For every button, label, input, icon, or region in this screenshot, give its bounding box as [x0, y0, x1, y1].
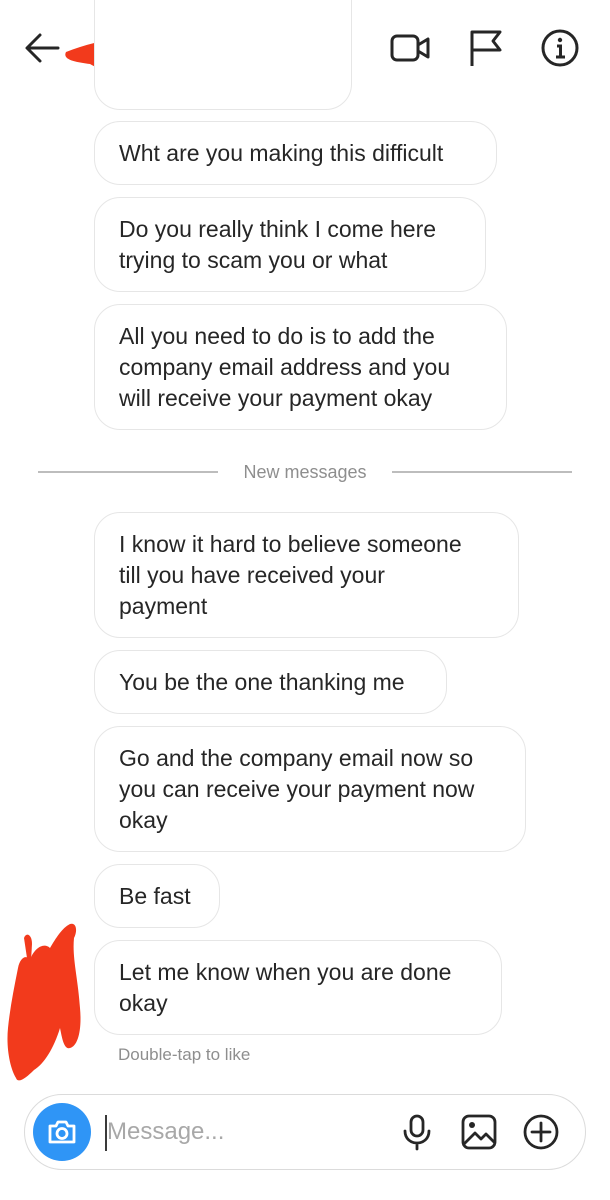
message-bubble[interactable]: All you need to do is to add the company… — [94, 304, 507, 430]
message-composer — [24, 1094, 586, 1170]
gallery-button[interactable] — [459, 1112, 499, 1152]
back-arrow-icon — [25, 33, 60, 63]
video-call-button[interactable] — [388, 26, 432, 70]
back-button[interactable] — [22, 28, 62, 68]
message-text: Go and the company email now so you can … — [119, 744, 475, 833]
conversation-info-button[interactable] — [538, 26, 582, 70]
message-text: Be fast — [119, 882, 191, 909]
video-call-icon — [390, 34, 430, 62]
redacted-avatar — [4, 918, 84, 1093]
message-text: You be the one thanking me — [119, 668, 405, 695]
voice-message-button[interactable] — [397, 1112, 437, 1152]
message-text: Wht are you making this difficult — [119, 139, 444, 166]
new-messages-divider-label: New messages — [243, 462, 367, 482]
message-text: Do you really think I come here trying t… — [119, 215, 437, 273]
message-bubble-partial[interactable] — [94, 0, 352, 110]
double-tap-hint: Double-tap to like — [118, 1045, 251, 1064]
camera-icon — [48, 1120, 76, 1144]
report-button[interactable] — [464, 26, 508, 70]
message-bubble[interactable]: Do you really think I come here trying t… — [94, 197, 486, 292]
message-input[interactable] — [107, 1109, 377, 1155]
divider-line-left — [38, 471, 218, 473]
message-bubble[interactable]: Let me know when you are done okay — [94, 940, 502, 1035]
more-options-button[interactable] — [521, 1112, 561, 1152]
direct-message-screen: Wht are you making this difficult Do you… — [0, 0, 610, 1200]
microphone-icon — [403, 1114, 431, 1151]
divider-line-right — [392, 471, 572, 473]
message-bubble[interactable]: You be the one thanking me — [94, 650, 447, 714]
message-bubble[interactable]: Be fast — [94, 864, 220, 928]
info-icon — [541, 29, 579, 67]
message-bubble[interactable]: I know it hard to believe someone till y… — [94, 512, 519, 638]
add-icon — [523, 1114, 559, 1150]
message-text: Let me know when you are done okay — [119, 958, 452, 1016]
camera-button[interactable] — [33, 1103, 91, 1161]
message-text: I know it hard to believe someone till y… — [119, 530, 462, 619]
message-text: All you need to do is to add the company… — [119, 322, 451, 411]
gallery-icon — [461, 1114, 497, 1150]
flag-icon — [470, 30, 502, 66]
message-bubble[interactable]: Wht are you making this difficult — [94, 121, 497, 185]
message-bubble[interactable]: Go and the company email now so you can … — [94, 726, 526, 852]
